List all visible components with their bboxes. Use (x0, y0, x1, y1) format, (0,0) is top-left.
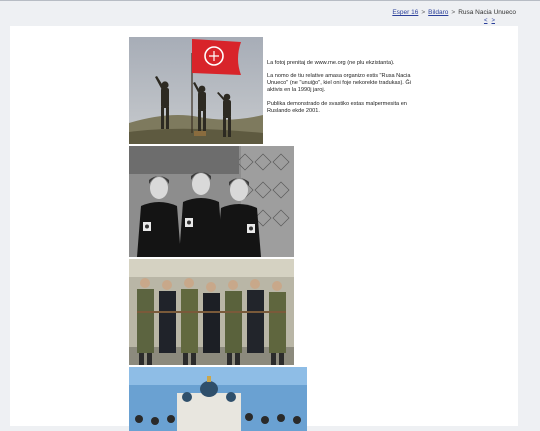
flag-raising-photo (129, 37, 263, 144)
prev-page-link[interactable]: < (484, 18, 488, 24)
top-border (0, 0, 540, 1)
breadcrumb-link-esper[interactable]: Esper 16 (392, 9, 418, 16)
caption-organization-text: La nomo de tiu relative amasa organizo e… (267, 73, 412, 94)
women-in-uniform-photo (129, 146, 294, 257)
breadcrumb-current: Rusa Nacia Unueco (458, 9, 516, 16)
pager: < > (480, 18, 495, 24)
caption-source-text: La fotoj prenitaj de www.rne.org (ne plu… (267, 60, 395, 66)
next-page-link[interactable]: > (491, 18, 495, 24)
breadcrumb: Esper 16 > Bildaro > Rusa Nacia Unueco (392, 9, 516, 16)
caption-ban-text: Publika demonstrado de svastiko estas ma… (267, 100, 407, 114)
content-card: La fotoj prenitaj de www.rne.org (ne plu… (10, 26, 518, 431)
uniformed-formation-photo (129, 259, 294, 365)
church-gathering-photo (129, 367, 307, 431)
breadcrumb-separator: > (421, 9, 426, 16)
breadcrumb-link-bildaro[interactable]: Bildaro (428, 9, 448, 16)
photo-caption: La fotoj prenitaj de www.rne.org (ne plu… (267, 60, 427, 121)
breadcrumb-separator: > (451, 9, 456, 16)
